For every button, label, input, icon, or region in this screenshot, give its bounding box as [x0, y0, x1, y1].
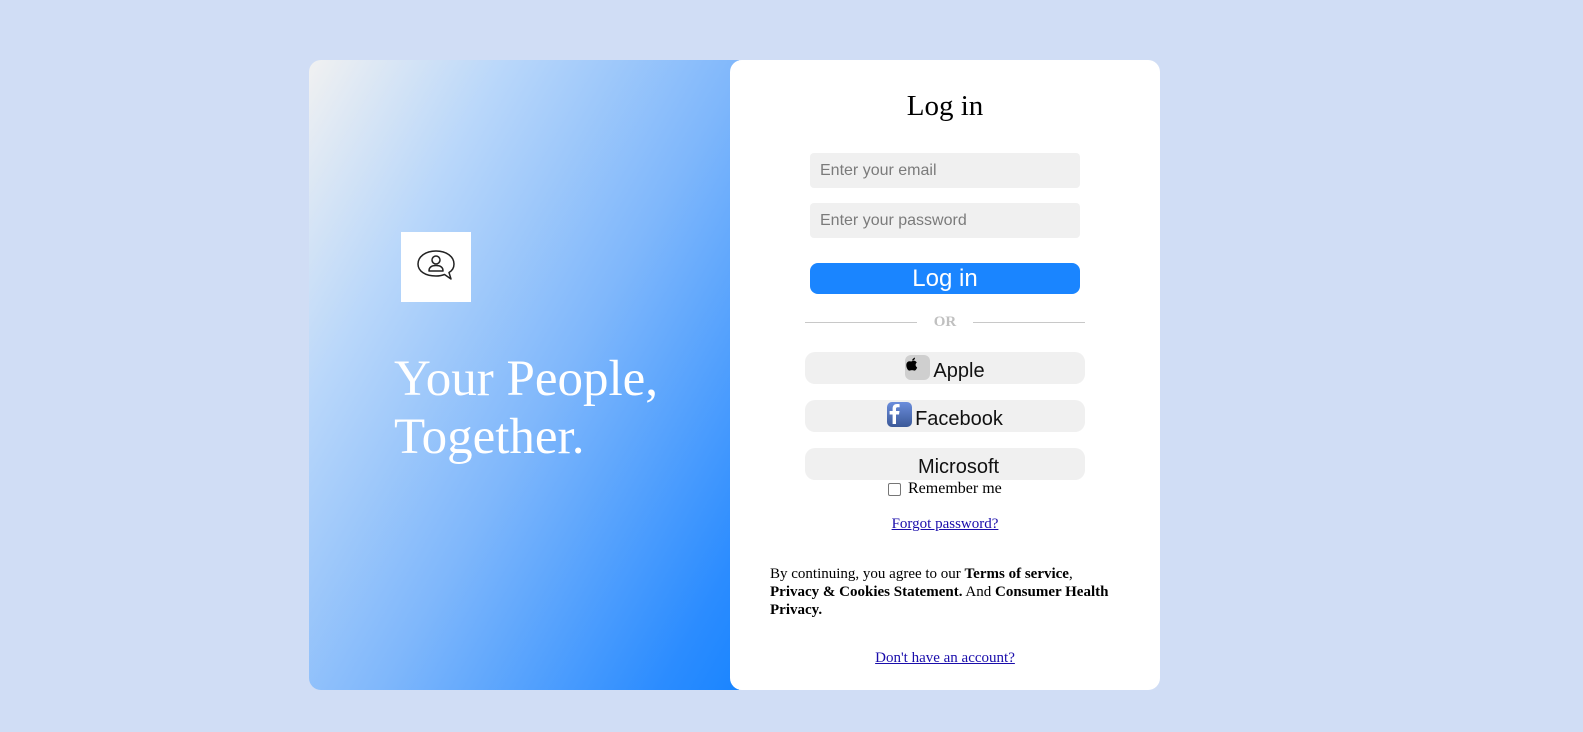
terms-of-service: Terms of service: [964, 566, 1069, 582]
hero-panel: Your People, Together.: [309, 60, 739, 690]
microsoft-label: Microsoft: [917, 456, 1000, 478]
app-logo: [401, 232, 471, 302]
microsoft-login-button[interactable]: Microsoft: [805, 448, 1085, 480]
page-scrollbar[interactable]: [1568, 0, 1583, 732]
legal-notice: By continuing, you agree to our Terms of…: [770, 565, 1120, 619]
legal-comma: ,: [1068, 566, 1073, 582]
tagline-line-1: Your People,: [394, 351, 659, 407]
privacy-statement: Privacy & Cookies Statement.: [770, 584, 963, 600]
email-field[interactable]: [810, 153, 1080, 188]
password-field[interactable]: [810, 203, 1080, 238]
forgot-password: Forgot password?: [730, 516, 1160, 533]
or-divider: OR: [805, 312, 1085, 332]
tagline-line-2: Together.: [394, 409, 585, 465]
login-button[interactable]: Log in: [810, 263, 1080, 294]
signup-link[interactable]: Don't have an account?: [875, 650, 1015, 666]
forgot-password-link[interactable]: Forgot password?: [892, 516, 999, 532]
apple-label: Apple: [933, 360, 985, 382]
login-card: Log in Log in OR Apple Facebook: [730, 60, 1160, 690]
apple-icon: [905, 355, 931, 380]
legal-and: And: [962, 584, 995, 600]
remember-me: Remember me: [888, 480, 1002, 498]
remember-me-label: Remember me: [908, 480, 1002, 497]
facebook-icon: [887, 402, 913, 427]
login-title: Log in: [906, 90, 984, 122]
facebook-login-button[interactable]: Facebook: [805, 400, 1085, 432]
microsoft-icon: [891, 451, 915, 475]
remember-me-checkbox[interactable]: [888, 482, 901, 496]
facebook-label: Facebook: [915, 408, 1003, 430]
chat-user-icon: [416, 248, 456, 287]
divider-line-right: [973, 322, 1085, 323]
signup-prompt: Don't have an account?: [730, 650, 1160, 667]
apple-login-button[interactable]: Apple: [805, 352, 1085, 384]
hero-tagline: Your People, Together.: [394, 350, 714, 466]
legal-prefix: By continuing, you agree to our: [770, 566, 965, 582]
